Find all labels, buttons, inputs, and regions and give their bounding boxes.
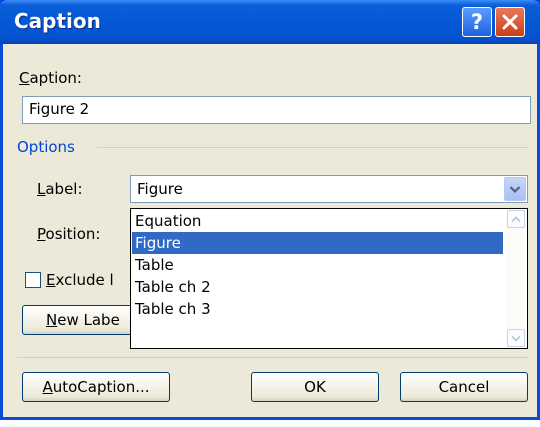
options-section-label: Options [17,138,75,156]
window-title: Caption [14,9,101,33]
caption-input[interactable]: Figure 2 [22,96,531,124]
autocaption-button[interactable]: AutoCaption... [22,372,170,402]
dropdown-option[interactable]: Table ch 2 [132,276,503,298]
caption-label-accesskey: C [19,69,30,87]
ok-button[interactable]: OK [251,372,379,402]
title-bar[interactable]: Caption ? [0,0,540,44]
chevron-down-icon [509,185,521,193]
caption-label: Caption: [19,69,82,87]
dropdown-option[interactable]: Table [132,254,503,276]
label-select[interactable]: Figure [130,175,528,203]
dropdown-option[interactable]: Table ch 3 [132,298,503,320]
chevron-up-icon [511,215,521,222]
exclude-label-checkbox[interactable] [25,272,41,288]
label-dropdown-list[interactable]: Equation Figure Table Table ch 2 Table ch 3 [130,208,528,349]
close-button[interactable] [495,7,525,37]
label-field-label: Label: [37,180,83,198]
dropdown-scrollbar[interactable] [506,210,526,347]
dropdown-option[interactable]: Equation [132,210,503,232]
label-select-dropdown-button[interactable] [504,177,526,201]
cancel-button[interactable]: Cancel [400,372,528,402]
scroll-up-button[interactable] [507,210,525,228]
help-button[interactable]: ? [462,7,492,37]
bottom-divider [17,357,529,358]
exclude-label-text: Exclude l [46,271,114,289]
dropdown-option[interactable]: Figure [132,232,503,254]
scroll-down-button[interactable] [507,329,525,347]
caption-dialog: Caption ? Caption: Figure 2 Options Labe… [0,0,540,420]
help-icon: ? [470,10,484,34]
close-icon [502,14,518,30]
caption-input-value: Figure 2 [29,100,90,118]
chevron-down-icon [511,335,521,342]
position-field-label: Position: [37,225,101,243]
options-divider [97,147,529,148]
label-select-value: Figure [137,180,183,198]
